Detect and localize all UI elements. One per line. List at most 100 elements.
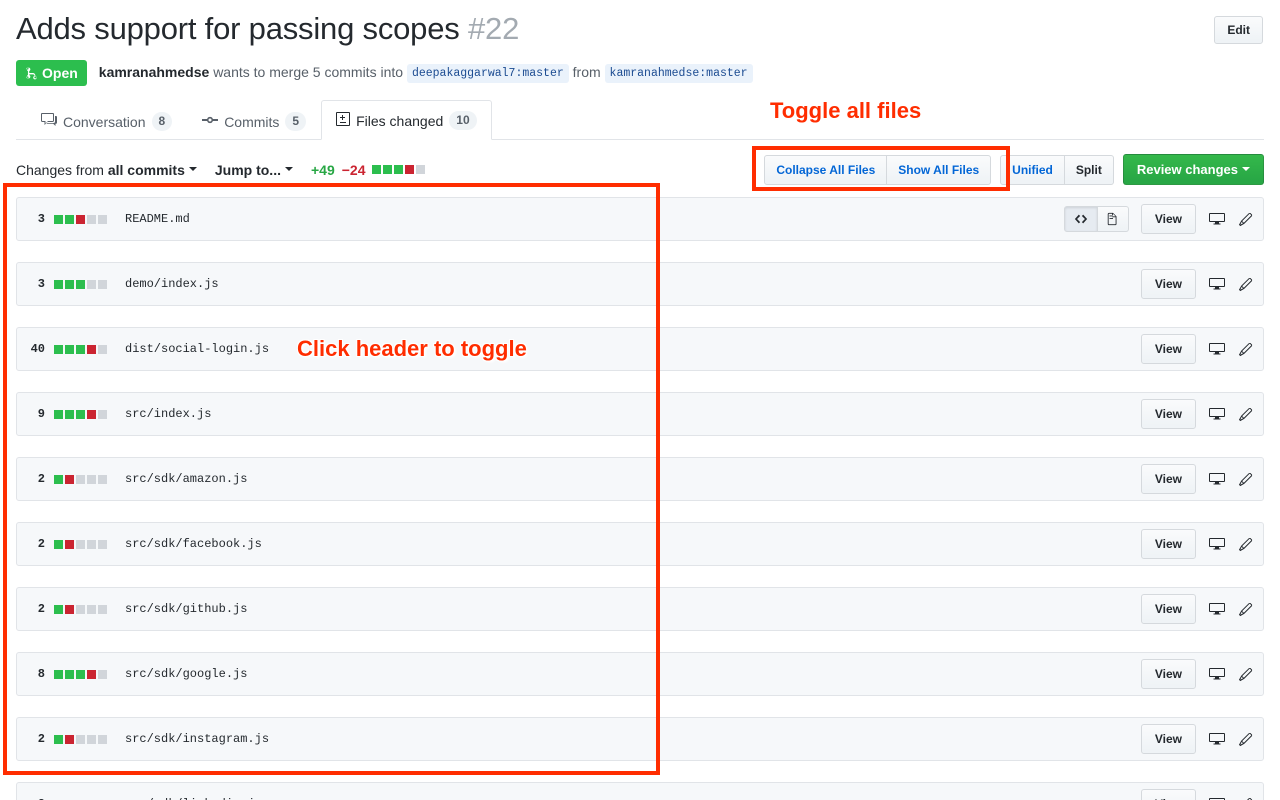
edit-file-pencil-icon[interactable] (1238, 667, 1253, 682)
file-row-actions: View (1140, 724, 1253, 755)
pr-header: Adds support for passing scopes #22 Edit… (0, 0, 1280, 141)
comment-discussion-icon (41, 112, 57, 131)
file-path[interactable]: README.md (125, 212, 190, 226)
file-path[interactable]: src/sdk/facebook.js (125, 537, 262, 551)
open-in-desktop-icon[interactable] (1208, 536, 1226, 552)
file-header-row[interactable]: 2 src/sdk/instagram.js View (16, 717, 1264, 762)
open-in-desktop-icon[interactable] (1208, 796, 1226, 800)
diff-file-icon (336, 111, 351, 130)
file-header-row[interactable]: 3 README.md View (16, 197, 1264, 242)
review-changes-label: Review changes (1136, 162, 1238, 178)
tab-commits[interactable]: Commits 5 (187, 101, 321, 140)
file-header-row[interactable]: 2src/sdk/linkedin.jsView (16, 782, 1264, 800)
annotation-click-header-to-toggle: Click header to toggle (297, 336, 527, 361)
file-path[interactable]: src/sdk/amazon.js (125, 472, 247, 486)
file-header-row[interactable]: 40 dist/social-login.js View (16, 327, 1264, 372)
file-row-left: 8 src/sdk/google.js (29, 667, 248, 681)
file-header-row[interactable]: 8 src/sdk/google.js View (16, 652, 1264, 697)
file-change-count: 2 (37, 472, 45, 487)
collapse-all-files-button[interactable]: Collapse All Files (764, 154, 888, 185)
review-changes-button[interactable]: Review changes (1122, 154, 1264, 186)
file-change-count: 2 (37, 732, 45, 747)
file-path[interactable]: src/sdk/instagram.js (125, 732, 269, 746)
open-in-desktop-icon[interactable] (1208, 471, 1226, 487)
merge-text-1: wants to merge 5 commits into (213, 63, 404, 80)
open-in-desktop-icon[interactable] (1208, 666, 1226, 682)
pr-title-text: Adds support for passing scopes (16, 11, 460, 46)
file-row-actions: View (1140, 464, 1253, 495)
view-rendered-document-icon[interactable] (1097, 206, 1129, 233)
view-file-button[interactable]: View (1140, 464, 1196, 495)
file-path[interactable]: demo/index.js (125, 277, 219, 291)
diffstat-block (394, 165, 404, 175)
diffstat-block (76, 344, 85, 354)
base-branch-chip[interactable]: deepakaggarwal7:master (406, 63, 569, 83)
diffstat-block (87, 734, 96, 744)
diffstat-block (98, 539, 107, 549)
view-file-button[interactable]: View (1140, 529, 1196, 560)
diffstat-block (65, 669, 74, 679)
file-row-left: 9 src/index.js (29, 407, 212, 421)
view-file-button[interactable]: View (1140, 724, 1196, 755)
file-path[interactable]: src/sdk/google.js (125, 667, 247, 681)
file-header-row[interactable]: 3 demo/index.js View (16, 262, 1264, 307)
unified-view-button[interactable]: Unified (1000, 154, 1065, 185)
open-in-desktop-icon[interactable] (1208, 276, 1226, 292)
edit-file-pencil-icon[interactable] (1238, 732, 1253, 747)
view-file-button[interactable]: View (1140, 659, 1196, 690)
jump-to-dropdown[interactable]: Jump to... (215, 162, 293, 178)
diffstat-block (65, 734, 74, 744)
file-diffstat-bar (54, 344, 107, 354)
open-in-desktop-icon[interactable] (1208, 406, 1226, 422)
diffstat-block (76, 474, 85, 484)
files-list: 3 README.md View 3 demo/index.js View 40 dist/s… (0, 197, 1280, 800)
head-branch-chip[interactable]: kamranahmedse:master (604, 63, 753, 83)
file-diffstat-bar (54, 539, 107, 549)
diffstat-block (54, 734, 63, 744)
open-in-desktop-icon[interactable] (1208, 731, 1226, 747)
file-header-row[interactable]: 2 src/sdk/amazon.js View (16, 457, 1264, 502)
edit-file-pencil-icon[interactable] (1238, 407, 1253, 422)
diffstat-block (54, 279, 63, 289)
open-in-desktop-icon[interactable] (1208, 601, 1226, 617)
file-header-row[interactable]: 2 src/sdk/github.js View (16, 587, 1264, 632)
split-view-button[interactable]: Split (1064, 154, 1114, 185)
view-file-button[interactable]: View (1140, 594, 1196, 625)
view-file-button[interactable]: View (1140, 399, 1196, 430)
pr-number: #22 (467, 11, 520, 46)
open-in-desktop-icon[interactable] (1208, 211, 1226, 227)
diff-view-mode-group: Unified Split (1000, 154, 1114, 185)
view-file-button[interactable]: View (1140, 789, 1196, 800)
pr-title-row: Adds support for passing scopes #22 Edit (16, 10, 1264, 47)
pr-author[interactable]: kamranahmedse (99, 64, 210, 80)
open-in-desktop-icon[interactable] (1208, 341, 1226, 357)
tab-conversation-label: Conversation (63, 113, 146, 130)
file-path[interactable]: src/index.js (125, 407, 211, 421)
view-file-button[interactable]: View (1140, 269, 1196, 300)
file-header-row[interactable]: 2 src/sdk/facebook.js View (16, 522, 1264, 567)
edit-file-pencil-icon[interactable] (1238, 277, 1253, 292)
diffstat-block (98, 734, 107, 744)
edit-file-pencil-icon[interactable] (1238, 342, 1253, 357)
view-file-button[interactable]: View (1140, 204, 1196, 235)
edit-file-pencil-icon[interactable] (1238, 602, 1253, 617)
diffstat-block (87, 214, 96, 224)
edit-button[interactable]: Edit (1214, 16, 1263, 44)
diffstat-block (65, 279, 74, 289)
edit-file-pencil-icon[interactable] (1238, 537, 1253, 552)
edit-file-pencil-icon[interactable] (1238, 472, 1253, 487)
edit-file-pencil-icon[interactable] (1238, 212, 1253, 227)
file-path[interactable]: src/sdk/github.js (125, 602, 247, 616)
file-header-row[interactable]: 9 src/index.js View (16, 392, 1264, 437)
file-path[interactable]: dist/social-login.js (125, 342, 269, 356)
diffstat-block (54, 604, 63, 614)
tab-files-changed[interactable]: Files changed 10 (321, 100, 492, 141)
changes-from-dropdown[interactable]: Changes from all commits (16, 162, 197, 178)
diffstat-block (98, 344, 107, 354)
view-file-button[interactable]: View (1140, 334, 1196, 365)
view-source-code-icon[interactable] (1063, 206, 1098, 233)
tab-conversation[interactable]: Conversation 8 (26, 101, 187, 140)
deletions-count: −24 (341, 161, 366, 178)
annotation-toggle-all-files: Toggle all files (770, 98, 922, 123)
show-all-files-button[interactable]: Show All Files (887, 154, 992, 185)
